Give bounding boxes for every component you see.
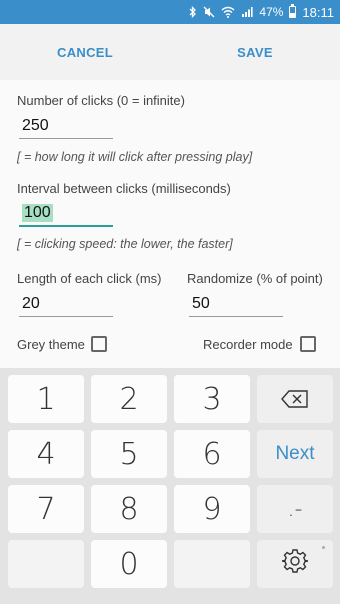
numeric-keyboard: 1 2 3 4 5 6 Next 7 8 9 .- 0	[0, 368, 340, 604]
symbol-key[interactable]: .-	[257, 485, 333, 533]
key-6[interactable]: 6	[174, 430, 250, 478]
keyboard-settings-key[interactable]	[257, 540, 333, 588]
length-field[interactable]: 20	[19, 291, 113, 317]
backspace-icon	[280, 382, 310, 417]
gear-icon	[281, 547, 309, 582]
interval-field[interactable]: 100	[19, 201, 113, 227]
cancel-button[interactable]: CANCEL	[0, 24, 170, 80]
next-key[interactable]: Next	[257, 430, 333, 478]
blank-key-right	[174, 540, 250, 588]
grey-theme-checkbox[interactable]	[91, 336, 107, 352]
length-label: Length of each click (ms)	[17, 271, 162, 286]
status-bar: 47% 18:11	[0, 0, 340, 24]
clicks-label: Number of clicks (0 = infinite)	[17, 93, 185, 108]
indicator-dot-icon	[322, 546, 325, 549]
key-2[interactable]: 2	[91, 375, 167, 423]
randomize-field[interactable]: 50	[189, 291, 283, 317]
battery-icon	[289, 4, 297, 18]
key-3[interactable]: 3	[174, 375, 250, 423]
signal-icon	[241, 6, 253, 18]
recorder-mode-label: Recorder mode	[203, 337, 293, 352]
backspace-key[interactable]	[257, 375, 333, 423]
battery-percent: 47%	[259, 5, 284, 19]
length-value: 20	[22, 295, 40, 312]
randomize-value: 50	[192, 295, 210, 312]
clock: 18:11	[302, 4, 334, 20]
key-9[interactable]: 9	[174, 485, 250, 533]
settings-form: Number of clicks (0 = infinite) 250 [ = …	[0, 80, 340, 368]
key-1[interactable]: 1	[8, 375, 84, 423]
interval-hint: [ = clicking speed: the lower, the faste…	[17, 237, 233, 251]
bluetooth-icon	[189, 6, 197, 18]
key-8[interactable]: 8	[91, 485, 167, 533]
key-7[interactable]: 7	[8, 485, 84, 533]
recorder-mode-checkbox[interactable]	[300, 336, 316, 352]
blank-key-left	[8, 540, 84, 588]
key-4[interactable]: 4	[8, 430, 84, 478]
mute-icon	[203, 6, 215, 18]
key-5[interactable]: 5	[91, 430, 167, 478]
key-0[interactable]: 0	[91, 540, 167, 588]
action-bar: CANCEL SAVE	[0, 24, 340, 80]
clicks-field[interactable]: 250	[19, 113, 113, 139]
clicks-hint: [ = how long it will click after pressin…	[17, 150, 253, 164]
interval-value: 100	[22, 204, 53, 222]
save-button[interactable]: SAVE	[170, 24, 340, 80]
wifi-icon	[221, 6, 235, 18]
clicks-value: 250	[22, 117, 49, 134]
grey-theme-label: Grey theme	[17, 337, 85, 352]
randomize-label: Randomize (% of point)	[187, 271, 323, 286]
interval-label: Interval between clicks (milliseconds)	[17, 181, 231, 196]
